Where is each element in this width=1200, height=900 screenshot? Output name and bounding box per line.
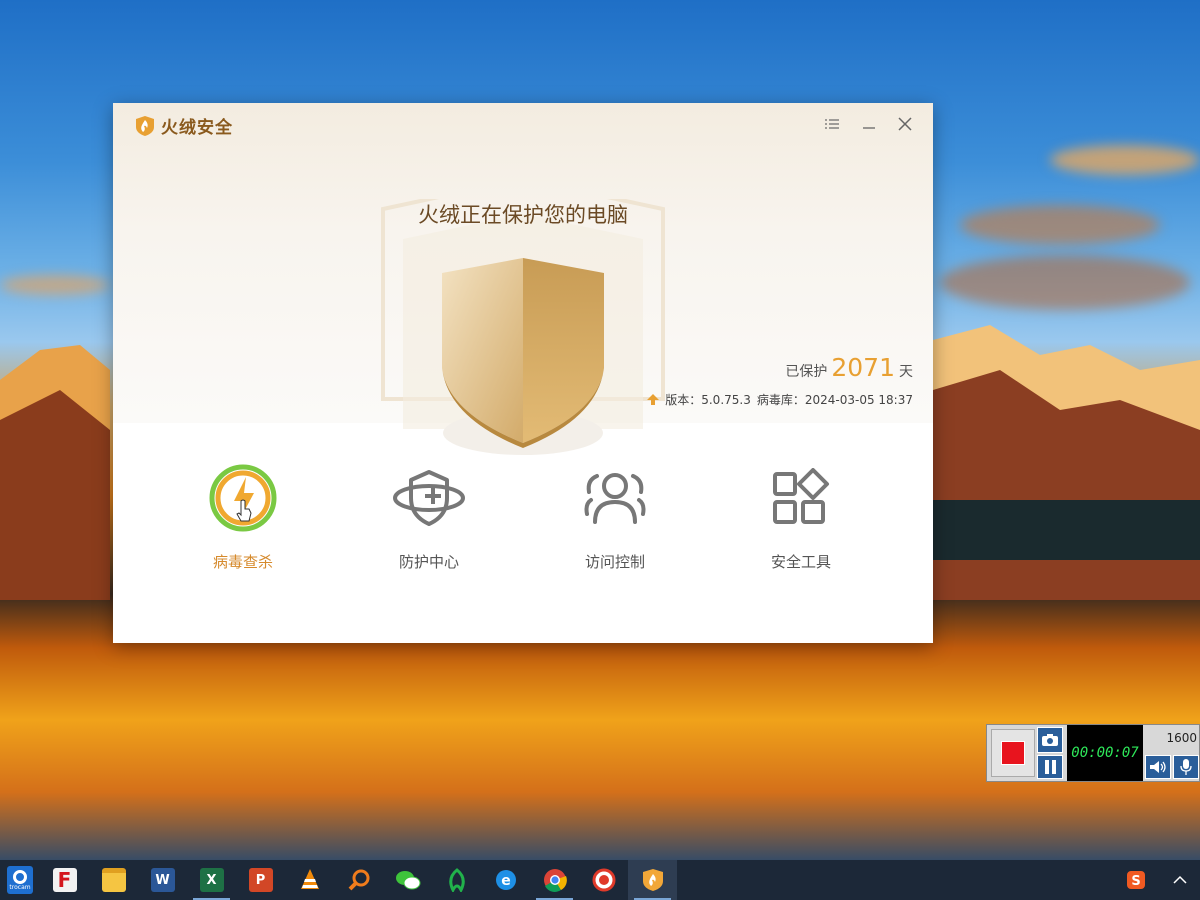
stop-icon bbox=[1001, 741, 1025, 765]
app-title: 火绒安全 bbox=[161, 118, 233, 138]
taskbar-word[interactable]: W bbox=[138, 860, 187, 900]
taskbar-green-app[interactable] bbox=[432, 860, 481, 900]
recording-resolution: 1600 bbox=[1166, 731, 1197, 745]
microphone-icon bbox=[1180, 759, 1192, 775]
trocam-logo-icon: trocam bbox=[7, 866, 33, 894]
version-label: 版本：5.0.75.3 bbox=[665, 393, 751, 407]
nav-security-tools[interactable]: 安全工具 bbox=[721, 463, 881, 572]
nav-label: 防护中心 bbox=[398, 553, 459, 571]
taskbar-search-app[interactable] bbox=[334, 860, 383, 900]
sky-cloud bbox=[960, 205, 1160, 245]
taskbar-chrome[interactable] bbox=[530, 860, 579, 900]
virusdb-label: 病毒库：2024-03-05 18:37 bbox=[756, 393, 913, 407]
green-leaf-icon bbox=[448, 868, 465, 892]
microphone-button[interactable] bbox=[1173, 755, 1199, 779]
ie-browser-icon: e bbox=[495, 870, 516, 890]
protected-prefix: 已保护 bbox=[785, 364, 828, 380]
record-app-icon bbox=[592, 868, 615, 892]
huorong-taskbar-icon bbox=[642, 869, 663, 891]
speaker-icon bbox=[1150, 761, 1166, 773]
nav-access-control[interactable]: 访问控制 bbox=[535, 463, 695, 572]
chrome-icon bbox=[543, 869, 567, 892]
sogou-ime-icon: S bbox=[1126, 871, 1145, 889]
chevron-up-icon bbox=[1173, 875, 1187, 884]
nav-protection-center[interactable]: 防护中心 bbox=[349, 463, 509, 572]
close-button[interactable] bbox=[893, 113, 917, 135]
taskbar-powerpoint[interactable]: P bbox=[236, 860, 285, 900]
sky-cloud bbox=[0, 275, 110, 295]
taskbar-file-explorer[interactable] bbox=[89, 860, 138, 900]
upgrade-icon[interactable] bbox=[647, 394, 660, 405]
menu-list-icon bbox=[825, 119, 839, 129]
magnifier-icon bbox=[348, 869, 369, 891]
tray-expand-button[interactable] bbox=[1160, 860, 1200, 900]
svg-text:e: e bbox=[501, 873, 511, 889]
taskbar-ie[interactable]: e bbox=[481, 860, 530, 900]
taskbar-wechat[interactable] bbox=[383, 860, 432, 900]
screenshot-button[interactable] bbox=[1037, 727, 1063, 753]
minimize-icon bbox=[863, 127, 875, 129]
recording-timer: 00:00:07 bbox=[1067, 725, 1143, 781]
word-icon: W bbox=[150, 868, 175, 892]
powerpoint-icon: P bbox=[248, 868, 273, 892]
start-label: trocam bbox=[9, 883, 31, 891]
close-icon bbox=[898, 117, 912, 131]
protected-days: 已保护 2071 天 bbox=[785, 353, 913, 382]
folder-icon bbox=[101, 868, 126, 892]
taskbar: trocam F W X P e S bbox=[0, 860, 1200, 900]
screen-recorder-widget: 00:00:07 1600 bbox=[986, 724, 1200, 782]
nav-label: 访问控制 bbox=[584, 553, 645, 571]
tools-grid-icon bbox=[773, 468, 829, 524]
huorong-window: 火绒安全 火绒正在保护您的电脑 已保护 2071 天 版本：5.0.75.3 病… bbox=[113, 103, 933, 643]
taskbar-huorong[interactable] bbox=[628, 860, 677, 900]
protected-days-count: 2071 bbox=[831, 353, 895, 382]
pause-record-button[interactable] bbox=[1037, 755, 1063, 779]
menu-button[interactable] bbox=[820, 113, 844, 135]
excel-icon: X bbox=[199, 868, 224, 892]
virus-scan-icon bbox=[209, 464, 277, 532]
f-app-icon: F bbox=[52, 868, 77, 892]
volume-button[interactable] bbox=[1145, 755, 1171, 779]
app-logo: 火绒安全 bbox=[135, 113, 233, 138]
nav-label: 安全工具 bbox=[770, 553, 831, 571]
version-info: 版本：5.0.75.3 病毒库：2024-03-05 18:37 bbox=[647, 391, 913, 408]
sky-cloud bbox=[1050, 145, 1200, 175]
taskbar-record-app[interactable] bbox=[579, 860, 628, 900]
wechat-icon bbox=[395, 871, 420, 890]
protected-suffix: 天 bbox=[899, 364, 913, 380]
protection-shield-icon bbox=[393, 470, 465, 526]
start-button[interactable]: trocam bbox=[0, 860, 40, 900]
taskbar-vlc[interactable] bbox=[285, 860, 334, 900]
protection-status-headline: 火绒正在保护您的电脑 bbox=[418, 203, 628, 227]
stop-record-button[interactable] bbox=[991, 729, 1035, 777]
users-icon bbox=[584, 473, 646, 524]
svg-text:S: S bbox=[1131, 874, 1140, 889]
camera-icon bbox=[1042, 734, 1058, 746]
nav-virus-scan[interactable]: 病毒查杀 bbox=[163, 463, 323, 572]
vlc-cone-icon bbox=[300, 869, 319, 889]
huorong-logo-icon bbox=[136, 115, 154, 136]
main-navigation: 病毒查杀 防护中心 访问控制 安全工具 bbox=[113, 423, 933, 643]
taskbar-app-f[interactable]: F bbox=[40, 860, 89, 900]
pause-icon bbox=[1044, 760, 1049, 774]
minimize-button[interactable] bbox=[857, 113, 881, 135]
tray-sogou[interactable]: S bbox=[1111, 860, 1160, 900]
taskbar-excel[interactable]: X bbox=[187, 860, 236, 900]
nav-label: 病毒查杀 bbox=[212, 553, 273, 571]
